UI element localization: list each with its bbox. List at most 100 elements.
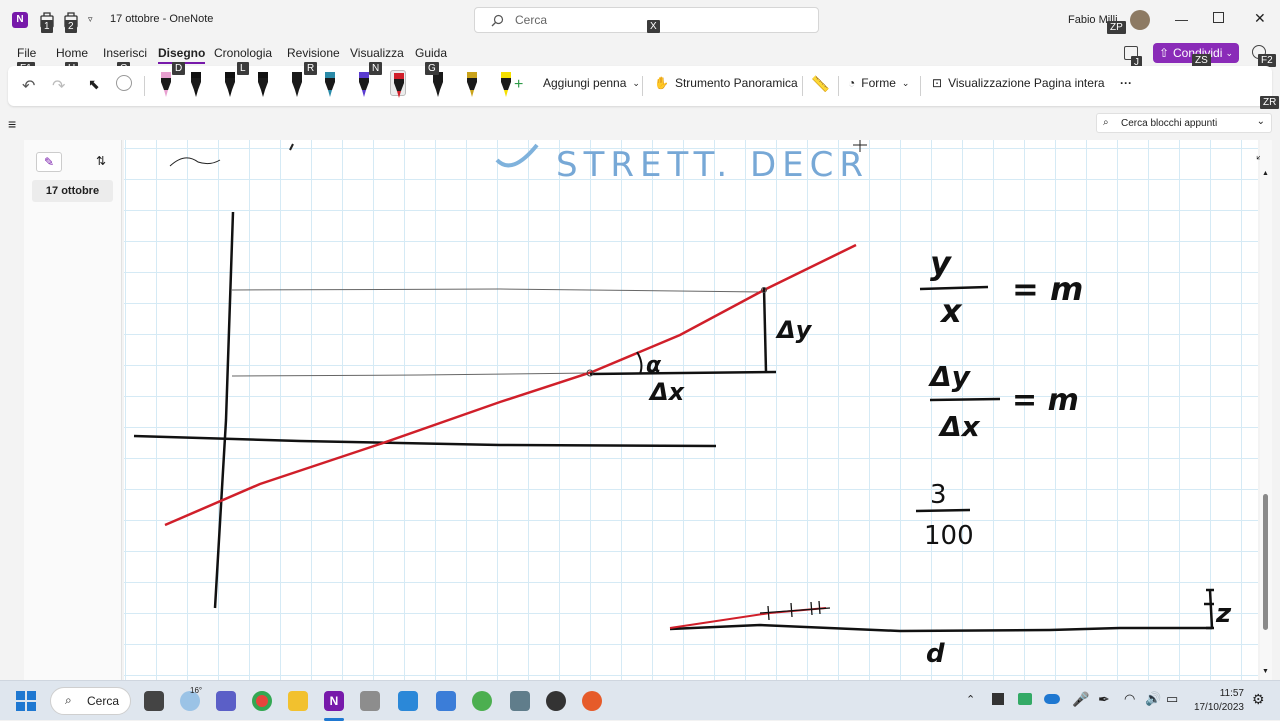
ink-drawing: STRETT. DECR α Δx Δy y x = m Δy Δx = m 3… xyxy=(133,140,1232,669)
pen-10-icon[interactable] xyxy=(464,70,480,97)
app-icon-remote[interactable] xyxy=(398,691,418,711)
window-title-separator: - xyxy=(162,13,167,25)
battery-icon[interactable]: ▭ xyxy=(1166,691,1178,707)
handwriting-delta-y: Δy xyxy=(775,316,813,344)
pen-11-icon[interactable] xyxy=(498,70,514,97)
hand-icon: ✋ xyxy=(654,76,669,90)
vertical-scrollbar[interactable]: ▲ ▼ xyxy=(1260,140,1272,680)
wifi-icon[interactable]: ◠ xyxy=(1124,691,1135,707)
triangle-height xyxy=(762,287,768,373)
avatar[interactable] xyxy=(1130,10,1150,30)
tray-icon-2[interactable] xyxy=(1018,693,1032,705)
pen-icon[interactable]: ✒ xyxy=(1098,691,1110,708)
teams-icon[interactable] xyxy=(216,691,236,711)
pen-3-icon[interactable] xyxy=(222,70,238,97)
handwriting-header: STRETT. DECR xyxy=(556,145,869,185)
keytip-autosave: 2 xyxy=(65,20,77,33)
settings-gear-icon[interactable]: ⚙ xyxy=(1252,691,1265,708)
guide-line-bottom xyxy=(231,372,593,377)
task-view-icon[interactable] xyxy=(144,691,164,711)
close-button[interactable]: ✕ xyxy=(1254,10,1266,27)
handwriting-alpha: α xyxy=(646,353,662,378)
app-icon-paint[interactable] xyxy=(582,691,602,711)
file-explorer-icon[interactable] xyxy=(288,691,308,711)
app-icon-photos[interactable] xyxy=(436,691,456,711)
scrollbar-thumb[interactable] xyxy=(1263,494,1268,630)
sort-icon[interactable]: ⇅ xyxy=(96,154,106,168)
tray-icon-1[interactable] xyxy=(992,693,1004,705)
search-placeholder: Cerca xyxy=(515,13,548,27)
new-page-icon[interactable]: ✎ xyxy=(36,152,62,172)
taskbar: ⌕ Cerca 16° N ⌃ 🎤 ✒ ◠ 🔊 ▭ 11:57 17/10/20… xyxy=(0,680,1280,721)
formula2-numerator: Δy xyxy=(928,360,972,393)
customize-toolbar-icon[interactable]: ▿ xyxy=(88,14,104,30)
app-icon-calculator[interactable] xyxy=(510,691,530,711)
pen-5-icon[interactable] xyxy=(289,70,305,97)
scroll-up-icon[interactable]: ▲ xyxy=(1262,170,1269,177)
angle-arc xyxy=(636,351,643,375)
formula2-rhs: = m xyxy=(1012,383,1079,418)
chrome-icon[interactable] xyxy=(252,691,272,711)
full-page-view-button[interactable]: ⊡ Visualizzazione Pagina intera xyxy=(932,76,1105,90)
redo-icon[interactable]: ↷ xyxy=(52,76,65,96)
pen-6-icon[interactable] xyxy=(322,70,338,97)
title-bar: N 1 2 ▿ 17 ottobre - OneNote Cerca X Fab… xyxy=(0,0,1280,40)
menu-view[interactable]: Visualizza xyxy=(350,46,404,60)
clock[interactable]: 11:57 17/10/2023 xyxy=(1180,687,1244,715)
taskbar-search[interactable]: ⌕ Cerca xyxy=(50,687,131,715)
windows-start-icon[interactable] xyxy=(16,691,36,711)
shapes-button[interactable]: ◔ Forme ⌄ xyxy=(848,76,909,90)
page-item[interactable]: 17 ottobre xyxy=(32,180,113,202)
ribbon-divider xyxy=(802,76,803,96)
ink-stroke-partial xyxy=(169,157,221,167)
restore-button[interactable] xyxy=(1213,12,1224,23)
full-page-icon: ⊡ xyxy=(932,76,943,90)
menu-history[interactable]: Cronologia xyxy=(214,46,272,60)
more-options-button[interactable]: ··· xyxy=(1120,76,1132,90)
pen-4-icon[interactable] xyxy=(255,70,271,97)
lasso-select-icon[interactable]: ⬉ xyxy=(88,76,100,93)
ribbon-divider xyxy=(838,76,839,96)
share-icon: ⇧ xyxy=(1159,46,1170,60)
keytip-search: X xyxy=(647,20,660,33)
app-icon-qgis[interactable] xyxy=(472,691,492,711)
keytip-pen-1: D xyxy=(172,62,186,75)
scroll-down-icon[interactable]: ▼ xyxy=(1262,668,1269,675)
undo-icon[interactable]: ↶ xyxy=(22,76,35,96)
onenote-taskbar-icon[interactable]: N xyxy=(324,691,344,711)
formula1-rhs: = m xyxy=(1012,270,1083,308)
search-icon: ⌕ xyxy=(65,693,72,707)
menu-file[interactable]: File xyxy=(17,46,36,60)
microphone-icon[interactable]: 🎤 xyxy=(1072,691,1089,708)
fraction-bar-2 xyxy=(929,397,1001,402)
formula1-denominator: x xyxy=(939,292,963,330)
pen-2-icon[interactable] xyxy=(188,70,204,97)
x-axis-line xyxy=(133,434,717,448)
chevron-down-icon: ⌄ xyxy=(901,77,910,88)
onedrive-icon[interactable] xyxy=(1044,694,1060,704)
menu-draw[interactable]: Disegno xyxy=(158,46,206,64)
menu-review[interactable]: Revisione xyxy=(287,46,340,60)
pan-tool-button[interactable]: ✋ Strumento Panoramica xyxy=(654,76,798,90)
note-canvas[interactable]: STRETT. DECR α Δx Δy y x = m Δy Δx = m 3… xyxy=(124,140,1258,680)
volume-icon[interactable]: 🔊 xyxy=(1145,691,1161,707)
full-page-view-label: Visualizzazione Pagina intera xyxy=(948,76,1105,90)
menu-home[interactable]: Home xyxy=(56,46,88,60)
notebook-search-input[interactable]: ⌕ Cerca blocchi appunti ⌄ xyxy=(1096,113,1272,133)
pen-8-icon[interactable] xyxy=(390,70,406,98)
formula1-numerator: y xyxy=(930,244,952,282)
menu-help[interactable]: Guida xyxy=(415,46,447,60)
navigation-menu-icon[interactable]: ≡ xyxy=(8,116,16,132)
handwriting-z: z xyxy=(1215,599,1232,629)
add-pen-button[interactable]: Aggiungi penna ⌄ xyxy=(543,76,640,90)
app-icon-notepad[interactable] xyxy=(360,691,380,711)
chevron-up-icon[interactable]: ⌃ xyxy=(966,693,975,706)
eraser-icon[interactable] xyxy=(116,75,132,91)
minimize-button[interactable]: — xyxy=(1175,12,1188,27)
notebook-search-placeholder: Cerca blocchi appunti xyxy=(1121,118,1218,129)
app-icon-github[interactable] xyxy=(546,691,566,711)
add-icon: + xyxy=(514,76,524,93)
menu-insert[interactable]: Inserisci xyxy=(103,46,147,60)
ribbon-divider xyxy=(642,76,643,96)
ruler-icon[interactable]: 📏 xyxy=(811,75,830,93)
